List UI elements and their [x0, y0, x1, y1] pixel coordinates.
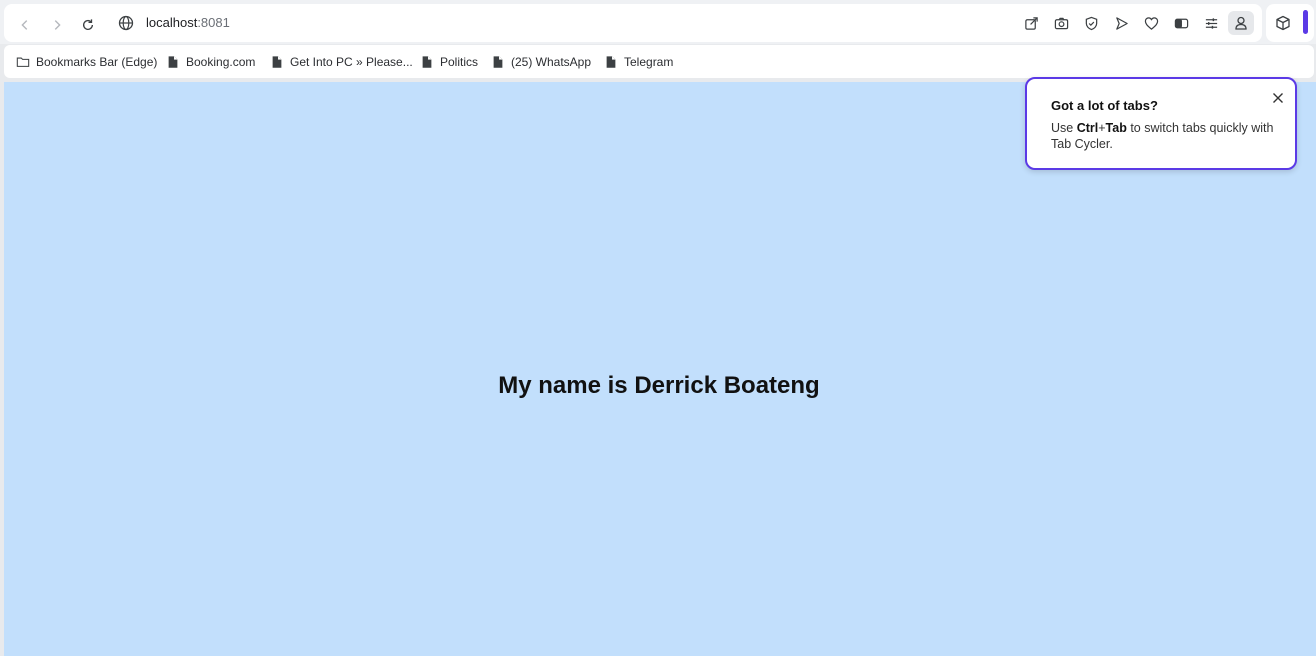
shortcut-ctrl: Ctrl — [1076, 121, 1099, 135]
bookmarks-bar: Bookmarks Bar (Edge) Booking.com Get Int… — [4, 45, 1314, 78]
reload-icon — [82, 19, 94, 30]
shield-icon — [1085, 16, 1097, 30]
screenshot-button[interactable] — [1052, 14, 1070, 32]
folder-icon — [16, 57, 30, 67]
bookmark-label: Politics — [440, 55, 479, 69]
popup-body: Use Ctrl+Tab to switch tabs quickly with… — [1051, 120, 1287, 152]
bookmark-booking[interactable]: Booking.com — [166, 54, 255, 70]
bookmark-label: (25) WhatsApp — [511, 55, 592, 69]
play-icon — [1115, 16, 1128, 30]
camera-icon — [1054, 17, 1068, 29]
globe-icon — [118, 15, 134, 31]
close-icon[interactable] — [1271, 91, 1285, 105]
back-arrow-icon — [21, 20, 28, 30]
page-icon — [272, 56, 282, 68]
bookmark-whatsapp[interactable]: (25) WhatsApp — [491, 54, 591, 70]
sliders-icon — [1205, 17, 1217, 29]
profile-button[interactable] — [1228, 11, 1254, 35]
shield-button[interactable] — [1082, 14, 1100, 32]
page-icon — [493, 56, 503, 68]
share-button[interactable] — [1022, 14, 1040, 32]
bookmark-label: Bookmarks Bar (Edge) — [36, 55, 158, 69]
bookmark-get-into-pc[interactable]: Get Into PC » Please... — [270, 54, 413, 70]
bookmark-telegram[interactable]: Telegram — [604, 54, 673, 70]
play-button[interactable] — [1112, 14, 1130, 32]
popup-body-prefix: Use — [1051, 121, 1077, 135]
popup-title: Got a lot of tabs? — [1051, 98, 1158, 113]
bookmark-politics[interactable]: Politics — [420, 54, 478, 70]
bookmark-label: Get Into PC » Please... — [290, 55, 413, 69]
theme-icon — [1174, 18, 1188, 28]
page-icon — [422, 56, 432, 68]
shortcut-tab: Tab — [1105, 121, 1127, 135]
forward-arrow-icon — [54, 20, 61, 30]
url-field[interactable]: localhost:8081 — [146, 15, 230, 30]
sidebar-accent-handle[interactable] — [1303, 10, 1308, 34]
address-bar: localhost:8081 — [4, 4, 1262, 42]
tab-cycler-popup: Got a lot of tabs? Use Ctrl+Tab to switc… — [1025, 77, 1297, 170]
page-icon — [606, 56, 616, 68]
bookmark-bookmarks-bar-edge[interactable]: Bookmarks Bar (Edge) — [16, 54, 157, 70]
url-port: :8081 — [197, 15, 230, 30]
shortcut-plus: + — [1098, 121, 1106, 135]
url-host: localhost — [146, 15, 198, 30]
bookmark-label: Booking.com — [186, 55, 256, 69]
settings-sliders-button[interactable] — [1202, 14, 1220, 32]
extension-cube-icon[interactable] — [1275, 15, 1291, 31]
heart-icon — [1144, 16, 1158, 30]
browser-toolbar: localhost:8081 — [0, 0, 1316, 44]
bookmark-label: Telegram — [624, 55, 674, 69]
page-icon — [168, 56, 178, 68]
page-headline: My name is Derrick Boateng — [498, 372, 820, 399]
profile-icon — [1235, 16, 1247, 30]
back-button[interactable] — [16, 16, 34, 34]
theme-toggle-button[interactable] — [1172, 14, 1190, 32]
forward-button[interactable] — [48, 16, 66, 34]
favorite-button[interactable] — [1142, 14, 1160, 32]
share-icon — [1024, 16, 1038, 30]
reload-button[interactable] — [79, 16, 97, 34]
